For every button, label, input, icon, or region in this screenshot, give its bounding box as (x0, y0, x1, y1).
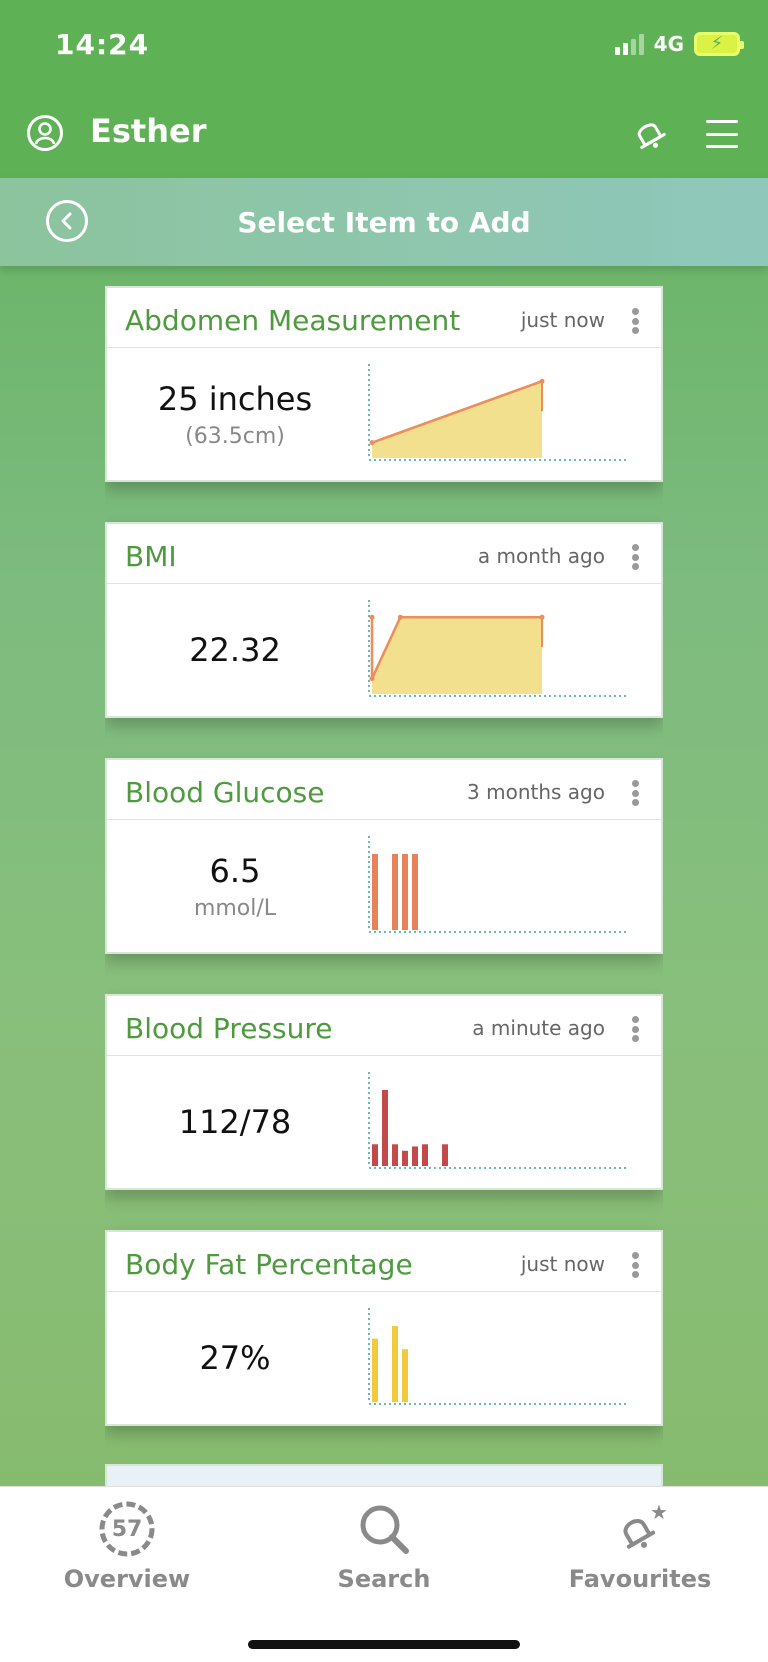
more-options-icon[interactable] (631, 1252, 639, 1278)
card-subvalue: mmol/L (193, 895, 277, 921)
sub-header: Select Item to Add (0, 178, 768, 266)
tab-label: Favourites (568, 1565, 712, 1593)
chart-bar (392, 854, 398, 930)
card-body-fat-percentage[interactable]: Body Fat Percentage just now 27% (105, 1230, 663, 1426)
signal-icon (614, 33, 644, 55)
item-list: Abdomen Measurement just now 25 inches (… (105, 286, 663, 1486)
card-header: Body Fat Percentage just now (107, 1232, 661, 1292)
chart-bar (382, 1090, 388, 1166)
menu-icon[interactable] (706, 120, 738, 148)
card-value: 6.5 (209, 851, 261, 890)
tab-bar: 57 Overview Search ★ Favourites (0, 1486, 768, 1662)
chart-bar (402, 854, 408, 930)
card-title: Abdomen Measurement (125, 304, 461, 337)
chart-area (372, 617, 542, 694)
more-options-icon[interactable] (631, 544, 639, 570)
card-title: Body Fat Percentage (125, 1248, 413, 1281)
page-title: Select Item to Add (237, 206, 531, 239)
more-options-icon[interactable] (631, 308, 639, 334)
card-time: a month ago (477, 544, 605, 568)
chart-bar (392, 1144, 398, 1166)
card-title: BMI (125, 540, 177, 573)
card-header: BMI a month ago (107, 524, 661, 584)
tab-overview[interactable]: 57 Overview (27, 1499, 227, 1593)
sparkline-chart (368, 364, 629, 461)
search-icon (360, 1505, 409, 1554)
chart-point (369, 614, 375, 620)
card-title: Blood Glucose (125, 776, 325, 809)
card-time: a minute ago (472, 1016, 605, 1040)
card-value: 25 inches (157, 379, 313, 418)
tab-favourites[interactable]: ★ Favourites (540, 1499, 740, 1593)
chart-area (372, 381, 542, 458)
chart-bar (442, 1144, 448, 1166)
chart-bar (412, 854, 418, 930)
chart-point (539, 378, 545, 384)
chart-point (397, 614, 403, 620)
sparkline-chart (368, 600, 629, 697)
card-time: just now (520, 1252, 605, 1276)
card-blood-glucose[interactable]: Blood Glucose 3 months ago 6.5 mmol/L (105, 758, 663, 954)
user-circle-icon[interactable] (26, 114, 64, 152)
card-abdomen-measurement[interactable]: Abdomen Measurement just now 25 inches (… (105, 286, 663, 482)
chart-bar (392, 1326, 398, 1402)
app-header: Esther (0, 92, 768, 178)
chart-bar (402, 1349, 408, 1402)
tab-label: Overview (63, 1565, 191, 1593)
chart-point (539, 614, 545, 620)
chart-bar (372, 854, 378, 930)
battery-icon: ⚡ (694, 32, 744, 56)
card-value: 27% (199, 1339, 271, 1377)
network-label: 4G (653, 32, 684, 56)
sparkline-chart (368, 836, 629, 933)
svg-text:★: ★ (650, 1500, 668, 1524)
chart-bar (422, 1144, 428, 1166)
home-indicator (248, 1640, 520, 1649)
favourites-bell-star-icon: ★ (623, 1500, 668, 1549)
card-blood-pressure[interactable]: Blood Pressure a minute ago 112/78 (105, 994, 663, 1190)
status-time: 14:24 (55, 28, 150, 61)
card-subvalue: (63.5cm) (185, 423, 285, 449)
card-value: 112/78 (178, 1103, 292, 1141)
overview-dial-icon: 57 (97, 1499, 157, 1559)
user-name[interactable]: Esther (90, 112, 206, 150)
chart-bar (372, 1144, 378, 1166)
card-header: Abdomen Measurement just now (107, 288, 661, 348)
card-time: just now (520, 308, 605, 332)
sparkline-chart (368, 1308, 629, 1405)
card-header: Blood Glucose 3 months ago (107, 760, 661, 820)
tab-search[interactable]: Search (284, 1499, 484, 1593)
card-header: Blood Pressure a minute ago (107, 996, 661, 1056)
card-title: Blood Pressure (125, 1012, 333, 1045)
chart-bar (402, 1150, 408, 1166)
status-bar: 14:24 4G ⚡ (0, 0, 768, 92)
tab-label: Search (337, 1565, 431, 1593)
status-indicators: 4G ⚡ (614, 32, 744, 56)
chart-bar (372, 1338, 378, 1402)
overview-count: 57 (111, 1516, 143, 1542)
bell-icon[interactable] (630, 114, 668, 154)
more-options-icon[interactable] (631, 1016, 639, 1042)
chart-point (369, 676, 375, 682)
card-value: 22.32 (189, 631, 281, 669)
more-options-icon[interactable] (631, 780, 639, 806)
sparkline-chart (368, 1072, 629, 1169)
chart-point (369, 440, 375, 446)
card-partial[interactable] (105, 1464, 663, 1486)
chart-bar (412, 1146, 418, 1166)
card-time: 3 months ago (467, 780, 605, 804)
card-bmi[interactable]: BMI a month ago 22.32 (105, 522, 663, 718)
